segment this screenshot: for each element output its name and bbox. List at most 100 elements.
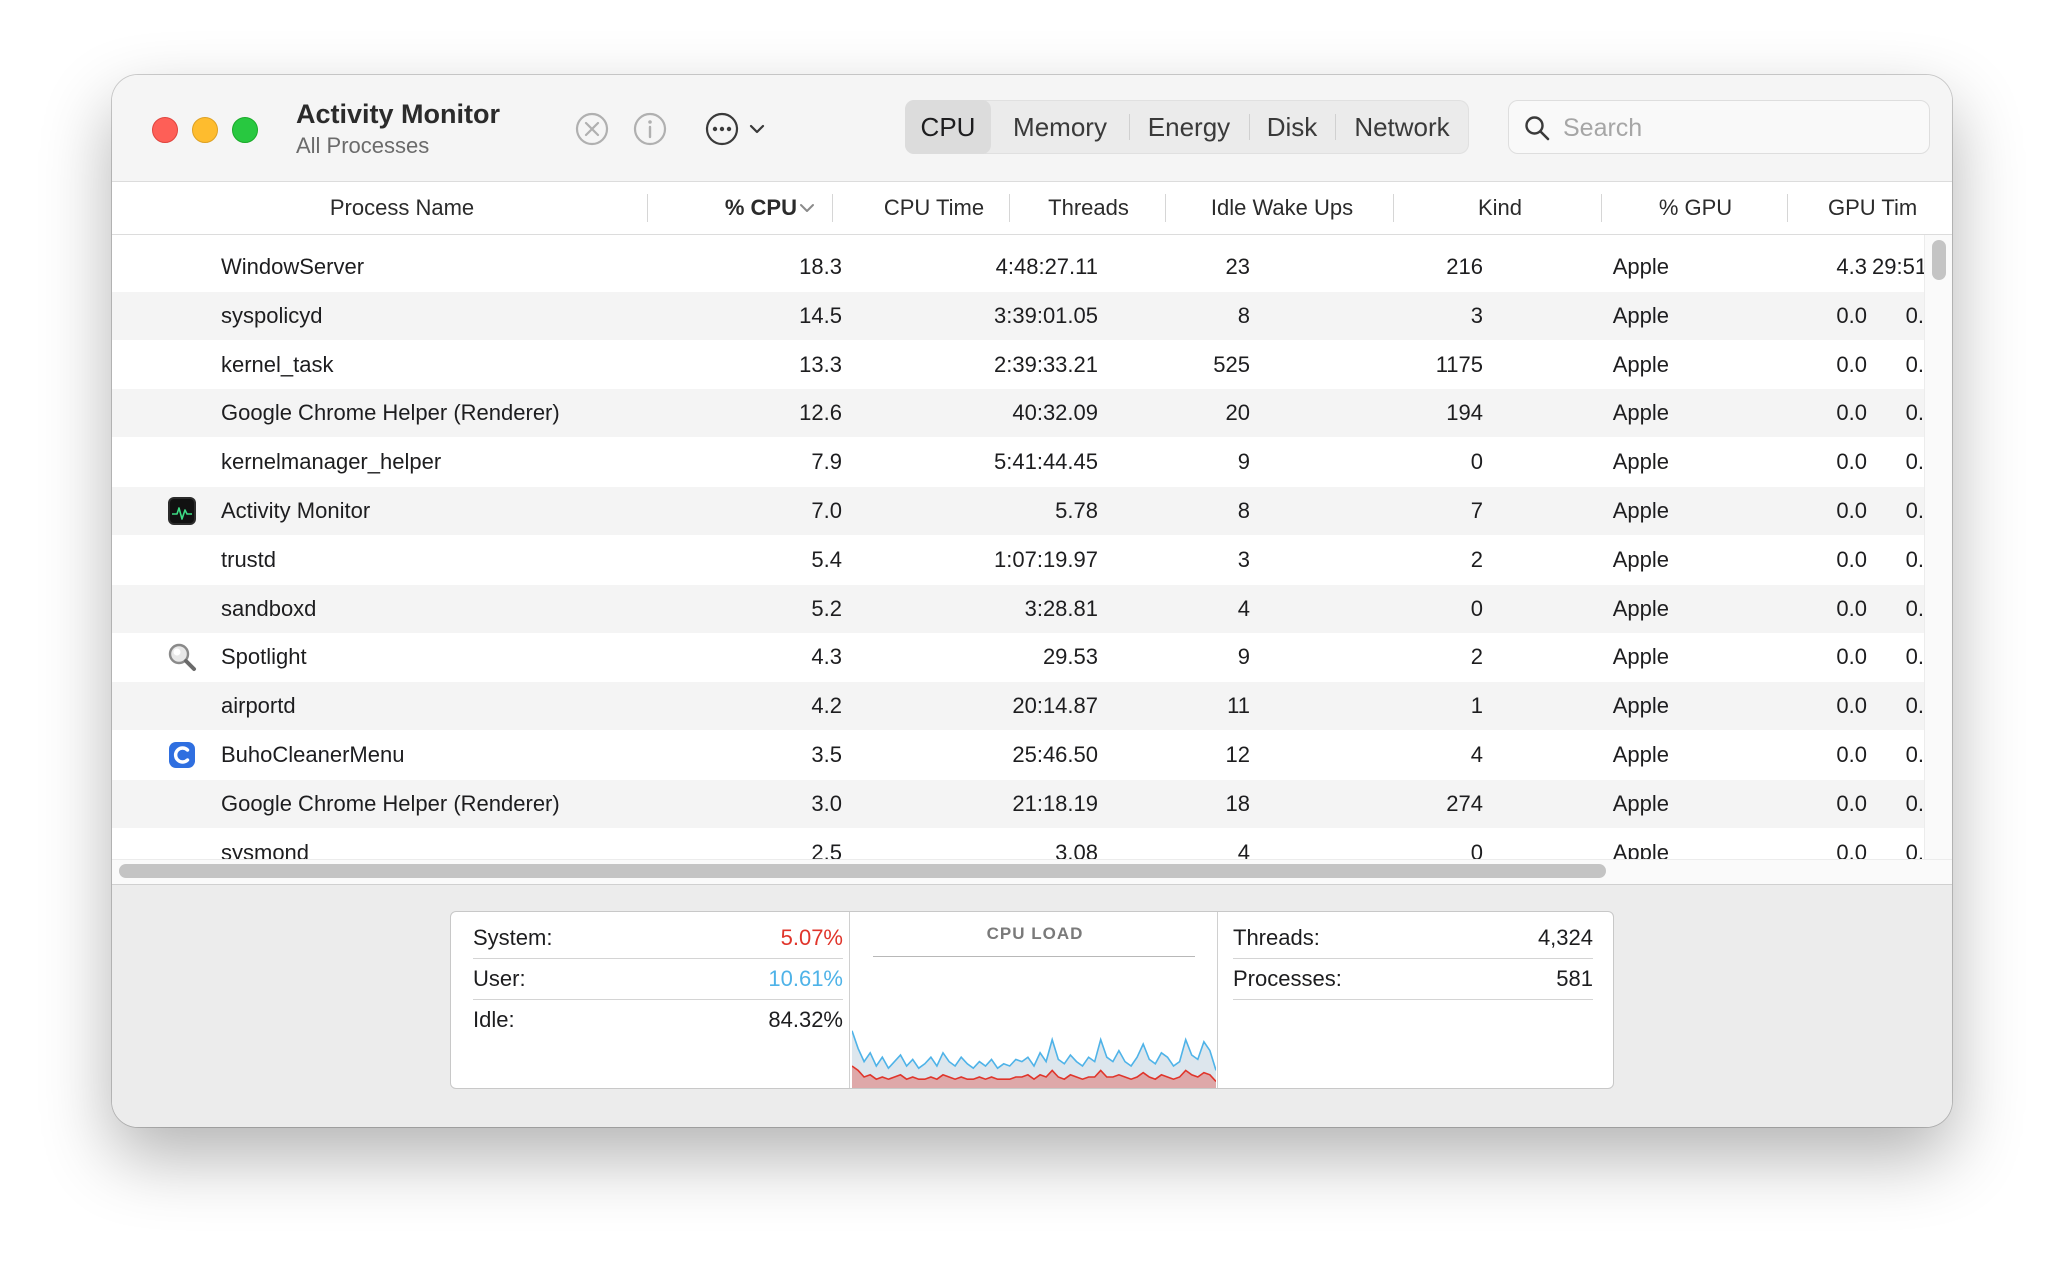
cpu-percent-cell: 5.4 — [811, 546, 842, 572]
horizontal-scrollbar-thumb[interactable] — [119, 864, 1606, 878]
minimize-window-button[interactable] — [192, 117, 218, 143]
idle-wake-ups-cell: 2 — [1470, 644, 1483, 670]
cpu-time-cell: 20:14.87 — [1012, 693, 1098, 719]
gpu-time-cell: 0. — [1905, 498, 1924, 523]
idle-wake-ups-cell: 0 — [1470, 449, 1483, 475]
cpu-time-cell: 4:48:27.11 — [995, 254, 1098, 279]
column-kind[interactable]: Kind — [1395, 182, 1605, 234]
cpu-percent-cell: 18.3 — [799, 254, 842, 279]
idle-label: Idle: — [473, 1007, 515, 1032]
table-header: Process Name % CPU CPU Time Threads Idle… — [112, 182, 1952, 235]
cpu-percent-cell: 5.2 — [811, 595, 842, 621]
table-row[interactable]: syspolicyd 14.5 3:39:01.05 8 3 Apple 0.0 0. — [112, 291, 1924, 340]
cpu-stats-box: System: 5.07% User: 10.61% Idle: 84.32% … — [450, 911, 1614, 1089]
ellipsis-circle-icon — [705, 112, 765, 146]
table-row[interactable]: airportd 4.2 20:14.87 11 1 Apple 0.0 0. — [112, 682, 1924, 731]
sort-descending-chevron-icon[interactable] — [799, 202, 815, 214]
kind-cell: Apple — [1612, 790, 1669, 816]
cpu-summary-panel: System: 5.07% User: 10.61% Idle: 84.32% … — [112, 884, 1952, 1127]
idle-wake-ups-cell: 0 — [1470, 595, 1483, 621]
table-row[interactable]: trustd 5.4 1:07:19.97 3 2 Apple 0.0 0. — [112, 536, 1924, 584]
threads-cell: 8 — [1237, 498, 1250, 523]
close-window-button[interactable] — [152, 117, 178, 143]
cpu-time-cell: 40:32.09 — [1012, 400, 1098, 426]
table-row[interactable]: sandboxd 5.2 3:28.81 4 0 Apple 0.0 0. — [112, 584, 1924, 633]
window-title: Activity Monitor — [296, 99, 501, 129]
gpu-time-cell: 0. — [1905, 449, 1924, 475]
idle-wake-ups-cell: 1175 — [1435, 351, 1483, 377]
search-input[interactable] — [1561, 109, 1915, 147]
cpu-time-cell: 2:39:33.21 — [994, 351, 1098, 377]
table-row[interactable]: Google Chrome Helper (Renderer) 3.0 21:18.… — [112, 779, 1924, 828]
table-row[interactable]: BuhoCleanerMenu 3.5 25:46.50 12 4 Apple 0.0 0. — [112, 731, 1924, 779]
process-table: WindowServer 18.3 4:48:27.11 23 216 Apple 4.3 2… — [112, 235, 1924, 935]
idle-wake-ups-cell: 7 — [1470, 498, 1483, 523]
zoom-window-button[interactable] — [232, 117, 258, 143]
process-name-cell: Google Chrome Helper (Renderer) — [221, 400, 560, 426]
table-row[interactable]: Spotlight 4.3 29.53 9 2 Apple 0.0 0. — [112, 633, 1924, 681]
column-process-name[interactable]: Process Name — [112, 182, 692, 234]
search-field[interactable] — [1508, 100, 1930, 154]
vertical-scrollbar[interactable] — [1924, 235, 1952, 859]
gpu-percent-cell: 0.0 — [1836, 498, 1867, 523]
search-icon — [1525, 116, 1550, 141]
gpu-percent-cell: 0.0 — [1836, 644, 1867, 670]
threads-stat-row: Threads: 4,324 — [1233, 918, 1593, 959]
kind-cell: Apple — [1612, 693, 1669, 719]
cpu-percent-cell: 3.0 — [811, 790, 842, 816]
vertical-scrollbar-thumb[interactable] — [1932, 240, 1946, 280]
table-row[interactable]: WindowServer 18.3 4:48:27.11 23 216 Apple 4.3 2… — [112, 243, 1924, 291]
xmark-circle-icon — [575, 112, 609, 146]
tab-disk[interactable]: Disk — [1249, 100, 1335, 154]
threads-cell: 18 — [1225, 790, 1250, 816]
cpu-time-cell: 3:39:01.05 — [994, 302, 1098, 328]
table-row[interactable]: kernelmanager_helper 7.9 5:41:44.45 9 0 Apple… — [112, 438, 1924, 486]
process-name-cell: Google Chrome Helper (Renderer) — [221, 790, 560, 816]
process-name-cell: sandboxd — [221, 595, 317, 621]
tab-network[interactable]: Network — [1335, 100, 1469, 154]
tab-memory[interactable]: Memory — [991, 100, 1129, 154]
view-tab-bar: CPU Memory Energy Disk Network — [905, 100, 1469, 154]
cpu-percent-cell: 14.5 — [799, 302, 842, 328]
tab-cpu[interactable]: CPU — [905, 100, 991, 154]
table-row[interactable]: Activity Monitor 7.0 5.78 8 7 Apple 0.0 0. — [112, 487, 1924, 535]
processes-label: Processes: — [1233, 966, 1342, 991]
kind-cell: Apple — [1612, 449, 1669, 475]
column-idle-wake-ups[interactable]: Idle Wake Ups — [1167, 182, 1397, 234]
more-actions-button[interactable] — [702, 109, 772, 149]
gpu-time-cell: 0. — [1905, 302, 1924, 328]
column-divider — [832, 194, 833, 222]
process-name-cell: Activity Monitor — [221, 498, 371, 523]
process-name-cell: trustd — [221, 546, 277, 572]
info-circle-icon — [633, 112, 667, 146]
user-stat-row: User: 10.61% — [473, 959, 843, 1000]
process-name-cell: kernelmanager_helper — [221, 449, 442, 475]
gpu-time-cell: 0. — [1905, 693, 1924, 719]
column-gpu-percent[interactable]: % GPU — [1603, 182, 1788, 234]
gpu-time-cell: 0. — [1905, 400, 1924, 426]
tab-energy[interactable]: Energy — [1129, 100, 1249, 154]
kind-cell: Apple — [1612, 400, 1669, 426]
cpu-percent-cell: 7.9 — [811, 449, 842, 475]
column-threads[interactable]: Threads — [1011, 182, 1166, 234]
idle-wake-ups-cell: 194 — [1446, 400, 1483, 426]
gpu-time-cell: 0. — [1905, 595, 1924, 621]
window-subtitle: All Processes — [296, 133, 430, 158]
process-name-cell: syspolicyd — [221, 302, 323, 328]
column-cpu-time[interactable]: CPU Time — [834, 182, 1034, 234]
threads-cell: 525 — [1213, 351, 1250, 377]
column-cpu-percent[interactable]: % CPU — [687, 182, 797, 234]
user-value: 10.61% — [768, 966, 843, 991]
column-divider — [1393, 194, 1394, 222]
table-row[interactable]: Google Chrome Helper (Renderer) 12.6 40:32… — [112, 389, 1924, 438]
cpu-time-cell: 21:18.19 — [1012, 790, 1098, 816]
table-row[interactable]: kernel_task 13.3 2:39:33.21 525 1175 Apple 0.0… — [112, 341, 1924, 389]
inspect-process-button[interactable] — [630, 109, 670, 149]
activity-monitor-window: Activity Monitor All Processes CPU Memor… — [112, 75, 1952, 1127]
column-gpu-time[interactable]: GPU Tim — [1828, 182, 1952, 234]
idle-wake-ups-cell: 3 — [1470, 302, 1483, 328]
kind-cell: Apple — [1612, 644, 1669, 670]
stop-process-button[interactable] — [572, 109, 612, 149]
kind-cell: Apple — [1612, 351, 1669, 377]
cpu-time-cell: 29.53 — [1042, 644, 1098, 670]
